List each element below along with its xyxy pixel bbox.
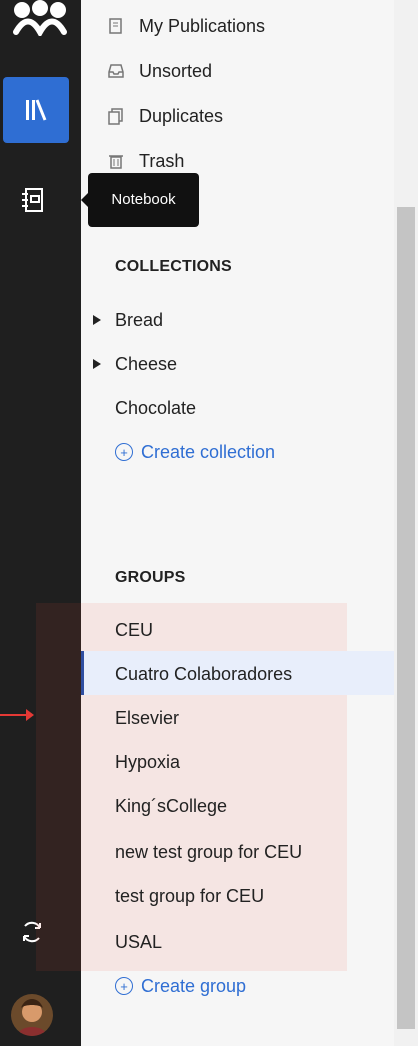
- nav-trash[interactable]: Trash: [107, 147, 184, 175]
- nav-label: My Publications: [139, 15, 266, 36]
- create-collection-link[interactable]: + Create collection: [115, 439, 275, 465]
- doc-icon: [109, 18, 122, 34]
- expand-collection-icon[interactable]: [93, 359, 101, 369]
- avatar-image-icon: [11, 994, 53, 1036]
- collection-item-chocolate[interactable]: Chocolate: [115, 395, 196, 421]
- scrollbar-thumb[interactable]: [397, 207, 415, 1029]
- collections-header: COLLECTIONS: [115, 258, 232, 275]
- nav-label: Unsorted: [139, 60, 213, 81]
- inbox-icon: [108, 64, 124, 78]
- collection-item-cheese[interactable]: Cheese: [115, 351, 177, 377]
- collection-item-bread[interactable]: Bread: [115, 307, 163, 333]
- logo-icon[interactable]: [12, 0, 68, 36]
- nav-unsorted[interactable]: Unsorted: [107, 57, 212, 85]
- library-icon: [26, 99, 47, 121]
- groups-header: GROUPS: [115, 569, 186, 586]
- avatar[interactable]: [11, 994, 53, 1036]
- nav-duplicates[interactable]: Duplicates: [107, 102, 223, 130]
- notebook-tooltip: Notebook: [81, 173, 199, 227]
- nav-my-publications[interactable]: My Publications: [107, 12, 265, 40]
- nav-label: Duplicates: [139, 105, 224, 126]
- plus-circle-icon: +: [115, 443, 133, 461]
- selected-group-row: [81, 651, 394, 695]
- library-button[interactable]: [3, 77, 69, 143]
- red-arrow-icon: [0, 709, 34, 721]
- notebook-icon[interactable]: [20, 186, 48, 214]
- nav-label: Trash: [139, 150, 185, 171]
- vertical-scrollbar[interactable]: [394, 0, 418, 1046]
- create-collection-label: Create collection: [141, 441, 276, 462]
- copy-icon: [108, 108, 123, 125]
- expand-collection-icon[interactable]: [93, 315, 101, 325]
- trash-icon: [109, 155, 123, 169]
